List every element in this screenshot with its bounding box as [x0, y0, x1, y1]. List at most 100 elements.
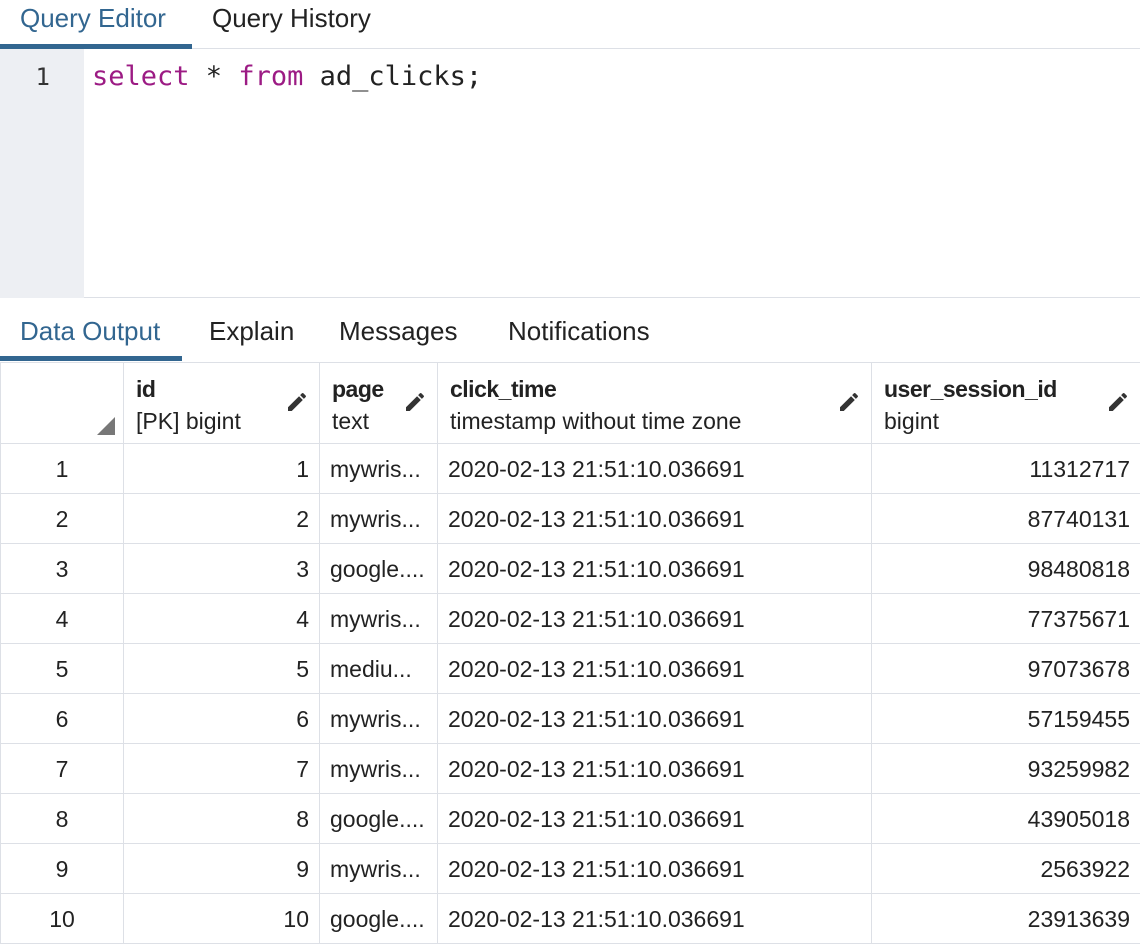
cell-user-session-id[interactable]: 77375671 — [871, 593, 1140, 644]
row-number-cell[interactable]: 5 — [0, 643, 124, 694]
cell-id[interactable]: 8 — [123, 793, 320, 844]
row-number-cell[interactable]: 4 — [0, 593, 124, 644]
cell-click-time[interactable]: 2020-02-13 21:51:10.036691 — [437, 693, 872, 744]
sort-corner-icon — [97, 417, 115, 435]
cell-id[interactable]: 2 — [123, 493, 320, 544]
cell-user-session-id[interactable]: 2563922 — [871, 843, 1140, 894]
cell-user-session-id[interactable]: 97073678 — [871, 643, 1140, 694]
cell-page[interactable]: google.... — [319, 893, 438, 944]
tab-notifications-label: Notifications — [508, 316, 650, 346]
cell-user-session-id[interactable]: 43905018 — [871, 793, 1140, 844]
cell-id[interactable]: 10 — [123, 893, 320, 944]
row-number-cell[interactable]: 6 — [0, 693, 124, 744]
table-row[interactable]: 10 10 google.... 2020-02-13 21:51:10.036691… — [0, 893, 1140, 944]
cell-user-session-id[interactable]: 98480818 — [871, 543, 1140, 594]
cell-click-time[interactable]: 2020-02-13 21:51:10.036691 — [437, 543, 872, 594]
tab-data-output[interactable]: Data Output — [0, 313, 183, 361]
cell-page[interactable]: mywris... — [319, 493, 438, 544]
tab-explain-label: Explain — [209, 316, 295, 346]
column-type: bigint — [884, 408, 939, 434]
column-name: id — [136, 376, 156, 402]
table-row[interactable]: 6 6 mywris... 2020-02-13 21:51:10.036691 571… — [0, 693, 1140, 744]
tab-query-editor[interactable]: Query Editor — [0, 0, 192, 49]
pencil-icon[interactable] — [403, 390, 427, 414]
tab-messages[interactable]: Messages — [339, 313, 458, 361]
cell-id[interactable]: 1 — [123, 443, 320, 494]
cell-user-session-id[interactable]: 93259982 — [871, 743, 1140, 794]
cell-click-time[interactable]: 2020-02-13 21:51:10.036691 — [437, 493, 872, 544]
cell-click-time[interactable]: 2020-02-13 21:51:10.036691 — [437, 643, 872, 694]
cell-click-time[interactable]: 2020-02-13 21:51:10.036691 — [437, 443, 872, 494]
tab-query-editor-label: Query Editor — [20, 3, 166, 33]
row-number-cell[interactable]: 8 — [0, 793, 124, 844]
tab-explain[interactable]: Explain — [209, 313, 294, 361]
header-row: id [PK] bigint page text click_time time… — [0, 362, 1140, 444]
cell-click-time[interactable]: 2020-02-13 21:51:10.036691 — [437, 893, 872, 944]
result-table: id [PK] bigint page text click_time time… — [0, 362, 1140, 944]
row-number-cell[interactable]: 7 — [0, 743, 124, 794]
cell-page[interactable]: mywris... — [319, 743, 438, 794]
tab-query-history-label: Query History — [212, 3, 371, 33]
table-row[interactable]: 2 2 mywris... 2020-02-13 21:51:10.036691 877… — [0, 493, 1140, 544]
cell-user-session-id[interactable]: 57159455 — [871, 693, 1140, 744]
row-number-cell[interactable]: 9 — [0, 843, 124, 894]
cell-page[interactable]: mywris... — [319, 843, 438, 894]
cell-user-session-id[interactable]: 23913639 — [871, 893, 1140, 944]
cell-click-time[interactable]: 2020-02-13 21:51:10.036691 — [437, 843, 872, 894]
table-row[interactable]: 4 4 mywris... 2020-02-13 21:51:10.036691 773… — [0, 593, 1140, 644]
cell-id[interactable]: 5 — [123, 643, 320, 694]
table-row[interactable]: 8 8 google.... 2020-02-13 21:51:10.036691 43… — [0, 793, 1140, 844]
row-number-cell[interactable]: 1 — [0, 443, 124, 494]
cell-id[interactable]: 9 — [123, 843, 320, 894]
table-row[interactable]: 9 9 mywris... 2020-02-13 21:51:10.036691 256… — [0, 843, 1140, 894]
row-number-cell[interactable]: 2 — [0, 493, 124, 544]
cell-id[interactable]: 4 — [123, 593, 320, 644]
code-star: * — [189, 61, 239, 92]
column-header-click-time[interactable]: click_time timestamp without time zone — [437, 362, 872, 444]
data-output-grid: id [PK] bigint page text click_time time… — [0, 362, 1140, 944]
keyword-select: select — [92, 61, 190, 92]
keyword-from: from — [238, 61, 304, 92]
sql-code-editor[interactable]: 1 select * from ad_clicks; — [0, 49, 1140, 298]
code-line[interactable]: select * from ad_clicks; — [92, 61, 482, 92]
cell-id[interactable]: 3 — [123, 543, 320, 594]
line-number: 1 — [35, 63, 50, 91]
column-header-page[interactable]: page text — [319, 362, 438, 444]
cell-page[interactable]: google.... — [319, 543, 438, 594]
output-tab-bar: Data Output Explain Messages Notificatio… — [0, 299, 1140, 361]
cell-id[interactable]: 6 — [123, 693, 320, 744]
table-row[interactable]: 7 7 mywris... 2020-02-13 21:51:10.036691 932… — [0, 743, 1140, 794]
row-number-cell[interactable]: 10 — [0, 893, 124, 944]
table-row[interactable]: 1 1 mywris... 2020-02-13 21:51:10.036691 113… — [0, 443, 1140, 494]
pencil-icon[interactable] — [285, 390, 309, 414]
cell-user-session-id[interactable]: 87740131 — [871, 493, 1140, 544]
tab-notifications[interactable]: Notifications — [508, 313, 650, 361]
column-name: click_time — [450, 376, 557, 402]
line-gutter: 1 — [0, 49, 84, 298]
tab-data-output-label: Data Output — [20, 316, 161, 346]
cell-click-time[interactable]: 2020-02-13 21:51:10.036691 — [437, 743, 872, 794]
pencil-icon[interactable] — [837, 390, 861, 414]
pencil-icon[interactable] — [1106, 390, 1130, 414]
cell-page[interactable]: mediu... — [319, 643, 438, 694]
editor-tab-bar: Query Editor Query History — [0, 0, 1140, 49]
column-header-user-session-id[interactable]: user_session_id bigint — [871, 362, 1140, 444]
cell-click-time[interactable]: 2020-02-13 21:51:10.036691 — [437, 593, 872, 644]
row-number-cell[interactable]: 3 — [0, 543, 124, 594]
cell-click-time[interactable]: 2020-02-13 21:51:10.036691 — [437, 793, 872, 844]
tab-query-history[interactable]: Query History — [212, 0, 412, 48]
cell-user-session-id[interactable]: 11312717 — [871, 443, 1140, 494]
table-row[interactable]: 5 5 mediu... 2020-02-13 21:51:10.036691 9707… — [0, 643, 1140, 694]
row-number-header[interactable] — [0, 362, 124, 444]
tab-messages-label: Messages — [339, 316, 458, 346]
column-header-id[interactable]: id [PK] bigint — [123, 362, 320, 444]
table-row[interactable]: 3 3 google.... 2020-02-13 21:51:10.036691 98… — [0, 543, 1140, 594]
cell-page[interactable]: mywris... — [319, 593, 438, 644]
column-type: timestamp without time zone — [450, 408, 742, 434]
cell-id[interactable]: 7 — [123, 743, 320, 794]
column-type: [PK] bigint — [136, 408, 241, 434]
column-name: user_session_id — [884, 376, 1057, 402]
cell-page[interactable]: mywris... — [319, 443, 438, 494]
cell-page[interactable]: mywris... — [319, 693, 438, 744]
cell-page[interactable]: google.... — [319, 793, 438, 844]
